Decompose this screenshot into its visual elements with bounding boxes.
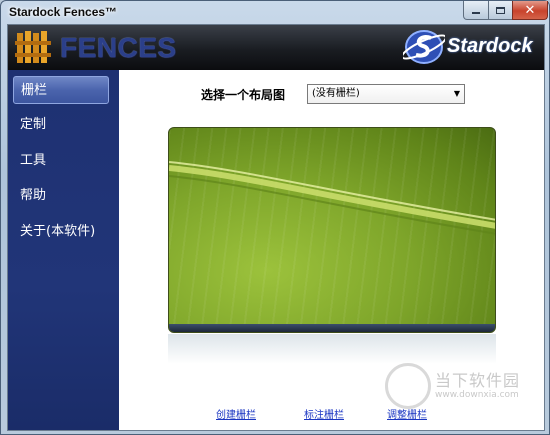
sidebar-item-fences[interactable]: 栅栏: [13, 76, 109, 104]
leaf-image: [169, 161, 495, 235]
sidebar-item-help[interactable]: 帮助: [13, 182, 109, 210]
sidebar-item-customize[interactable]: 定制: [13, 111, 109, 139]
sidebar: 栅栏 定制 工具 帮助 关于(本软件): [8, 70, 119, 430]
product-name: FENCES: [60, 32, 177, 63]
maximize-button[interactable]: [488, 1, 513, 20]
close-button[interactable]: ✕: [512, 1, 548, 20]
minimize-icon: [472, 12, 480, 14]
sidebar-item-about[interactable]: 关于(本软件): [13, 218, 109, 246]
title-bar[interactable]: Stardock Fences™ ✕: [1, 1, 549, 23]
watermark-text: 当下软件园: [435, 371, 521, 390]
minimize-button[interactable]: [463, 1, 489, 20]
watermark-url: www.downxia.com: [435, 390, 519, 400]
window-title: Stardock Fences™: [9, 5, 118, 19]
stardock-logo-icon: [403, 30, 445, 64]
company-name: Stardock: [447, 35, 533, 57]
watermark: 当下软件园 www.downxia.com: [385, 363, 547, 425]
header-banner: FENCES Stardock: [8, 25, 544, 70]
preview-reflection: [168, 334, 496, 364]
layout-preview-image: [168, 127, 496, 333]
layout-select-value: (没有栅栏): [312, 88, 360, 99]
watermark-logo-icon: [385, 363, 431, 409]
preview-taskbar: [169, 324, 495, 332]
sidebar-item-tools[interactable]: 工具: [13, 147, 109, 175]
close-icon: ✕: [524, 2, 536, 18]
app-window: Stardock Fences™ ✕ FENCES Stardock 栅栏 定制…: [0, 0, 550, 435]
fences-logo-icon: [15, 31, 51, 63]
layout-select[interactable]: (没有栅栏) ▼: [307, 84, 465, 104]
chevron-down-icon: ▼: [453, 89, 460, 98]
label-fence-link[interactable]: 标注栅栏: [304, 406, 344, 421]
layout-label: 选择一个布局图: [201, 88, 286, 102]
create-fence-link[interactable]: 创建栅栏: [216, 406, 256, 421]
maximize-icon: [496, 6, 505, 14]
